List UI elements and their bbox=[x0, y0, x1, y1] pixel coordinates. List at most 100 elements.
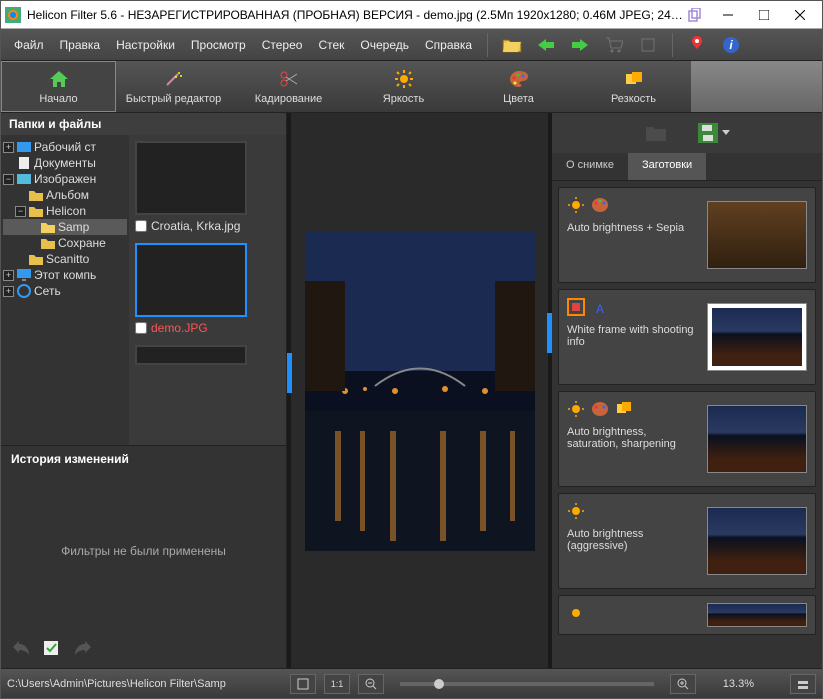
preset-title: Auto brightness, saturation, sharpening bbox=[567, 426, 697, 450]
menu-help[interactable]: Справка bbox=[418, 34, 479, 56]
history-empty-text: Фильтры не были применены bbox=[11, 470, 276, 632]
wand-icon bbox=[164, 69, 184, 89]
zoom-value: 13.3% bbox=[704, 678, 754, 690]
open-folder-icon[interactable] bbox=[500, 33, 524, 57]
tab-presets[interactable]: Заготовки bbox=[628, 153, 706, 180]
square-icon[interactable] bbox=[636, 33, 660, 57]
preset-title: Auto brightness (aggressive) bbox=[567, 528, 697, 552]
tree-samples[interactable]: Samp bbox=[3, 219, 127, 235]
history-undo-icon[interactable] bbox=[11, 638, 33, 656]
menu-bar: Файл Правка Настройки Просмотр Стерео Ст… bbox=[1, 29, 822, 61]
preset-thumb bbox=[707, 303, 807, 371]
presets-folder-icon[interactable] bbox=[644, 123, 668, 143]
tab-sharpness-label: Резкость bbox=[611, 93, 656, 105]
copy-icon[interactable] bbox=[684, 4, 706, 26]
tab-start[interactable]: Начало bbox=[1, 61, 116, 112]
tree-album[interactable]: Альбом bbox=[3, 187, 127, 203]
sun-icon bbox=[567, 604, 585, 622]
tree-helicon[interactable]: −Helicon bbox=[3, 203, 127, 219]
view-mode-button[interactable] bbox=[790, 674, 816, 694]
zoom-out-button[interactable] bbox=[358, 674, 384, 694]
tree-desktop[interactable]: +Рабочий ст bbox=[3, 139, 127, 155]
tree-saved[interactable]: Сохране bbox=[3, 235, 127, 251]
tree-network[interactable]: +Сеть bbox=[3, 283, 127, 299]
cart-icon[interactable] bbox=[602, 33, 626, 57]
preset-icons bbox=[567, 196, 697, 216]
minimize-button[interactable] bbox=[710, 4, 746, 26]
tab-overflow bbox=[691, 61, 822, 112]
folder-tree[interactable]: +Рабочий ст Документы −Изображен Альбом … bbox=[1, 135, 129, 445]
tab-colors[interactable]: Цвета bbox=[461, 61, 576, 112]
thumbnail-item-selected[interactable]: demo.JPG bbox=[135, 243, 280, 335]
thumb-checkbox[interactable] bbox=[135, 220, 147, 232]
sun-icon bbox=[567, 196, 585, 214]
tab-quick-editor[interactable]: Быстрый редактор bbox=[116, 61, 231, 112]
tab-crop-label: Кадирование bbox=[255, 93, 323, 105]
preview-area[interactable] bbox=[287, 113, 552, 668]
scissors-icon bbox=[279, 69, 299, 89]
right-toolbar bbox=[552, 113, 822, 153]
zoom-slider-knob[interactable] bbox=[434, 679, 444, 689]
frame-icon bbox=[567, 298, 585, 316]
preset-item[interactable]: Auto brightness, saturation, sharpening bbox=[558, 391, 816, 487]
tab-crop[interactable]: Кадирование bbox=[231, 61, 346, 112]
tree-thispc[interactable]: +Этот компь bbox=[3, 267, 127, 283]
maximize-button[interactable] bbox=[746, 4, 782, 26]
preset-thumb bbox=[707, 507, 807, 575]
preset-thumb bbox=[707, 603, 807, 627]
preset-thumb bbox=[707, 405, 807, 473]
status-path: C:\Users\Admin\Pictures\Helicon Filter\S… bbox=[7, 678, 282, 690]
sun-icon bbox=[567, 400, 585, 418]
thumbnail-item[interactable] bbox=[135, 345, 280, 365]
thumbnails-panel: Croatia, Krka.jpg demo.JPG bbox=[129, 135, 286, 445]
preset-item[interactable]: Auto brightness + Sepia bbox=[558, 187, 816, 283]
preset-title: Auto brightness + Sepia bbox=[567, 222, 697, 234]
preset-thumb bbox=[707, 201, 807, 269]
app-logo-icon bbox=[5, 7, 21, 23]
history-header: История изменений bbox=[11, 452, 276, 470]
thumb-checkbox[interactable] bbox=[135, 322, 147, 334]
tree-scanitto[interactable]: Scanitto bbox=[3, 251, 127, 267]
splitter-left[interactable] bbox=[287, 353, 292, 393]
zoom-slider[interactable] bbox=[400, 682, 654, 686]
splitter-right[interactable] bbox=[547, 313, 552, 353]
title-bar: Helicon Filter 5.6 - НЕЗАРЕГИСТРИРОВАННА… bbox=[1, 1, 822, 29]
thumbnail-item[interactable]: Croatia, Krka.jpg bbox=[135, 141, 280, 233]
menu-settings[interactable]: Настройки bbox=[109, 34, 182, 56]
menu-file[interactable]: Файл bbox=[7, 34, 51, 56]
menu-queue[interactable]: Очередь bbox=[353, 34, 416, 56]
preset-item[interactable] bbox=[558, 595, 816, 635]
zoom-in-button[interactable] bbox=[670, 674, 696, 694]
preset-item[interactable]: A White frame with shooting info bbox=[558, 289, 816, 385]
zoom-11-button[interactable]: 1:1 bbox=[324, 674, 350, 694]
zoom-fit-button[interactable] bbox=[290, 674, 316, 694]
folders-header: Папки и файлы bbox=[1, 113, 286, 135]
arrow-left-icon[interactable] bbox=[534, 33, 558, 57]
info-icon[interactable]: i bbox=[719, 33, 743, 57]
save-icon[interactable] bbox=[698, 123, 730, 143]
tab-about-image[interactable]: О снимке bbox=[552, 153, 628, 180]
arrow-right-icon[interactable] bbox=[568, 33, 592, 57]
menu-stack[interactable]: Стек bbox=[311, 34, 351, 56]
tab-brightness[interactable]: Яркость bbox=[346, 61, 461, 112]
preset-title: White frame with shooting info bbox=[567, 324, 697, 348]
history-redo-icon[interactable] bbox=[71, 638, 93, 656]
close-button[interactable] bbox=[782, 4, 818, 26]
menu-view[interactable]: Просмотр bbox=[184, 34, 253, 56]
preset-item[interactable]: Auto brightness (aggressive) bbox=[558, 493, 816, 589]
tab-start-label: Начало bbox=[39, 93, 77, 105]
menu-stereo[interactable]: Стерео bbox=[255, 34, 310, 56]
sharpen-icon bbox=[624, 69, 644, 89]
tab-sharpness[interactable]: Резкость bbox=[576, 61, 691, 112]
palette-icon bbox=[591, 400, 609, 418]
tree-documents[interactable]: Документы bbox=[3, 155, 127, 171]
tree-images[interactable]: −Изображен bbox=[3, 171, 127, 187]
menu-edit[interactable]: Правка bbox=[53, 34, 108, 56]
presets-list: Auto brightness + Sepia A White frame wi… bbox=[552, 181, 822, 668]
status-bar: C:\Users\Admin\Pictures\Helicon Filter\S… bbox=[1, 668, 822, 698]
history-apply-icon[interactable] bbox=[41, 638, 63, 656]
pin-icon[interactable] bbox=[685, 33, 709, 57]
window-title: Helicon Filter 5.6 - НЕЗАРЕГИСТРИРОВАННА… bbox=[27, 8, 684, 22]
chevron-down-icon bbox=[722, 130, 730, 136]
tab-quick-label: Быстрый редактор bbox=[126, 93, 222, 105]
